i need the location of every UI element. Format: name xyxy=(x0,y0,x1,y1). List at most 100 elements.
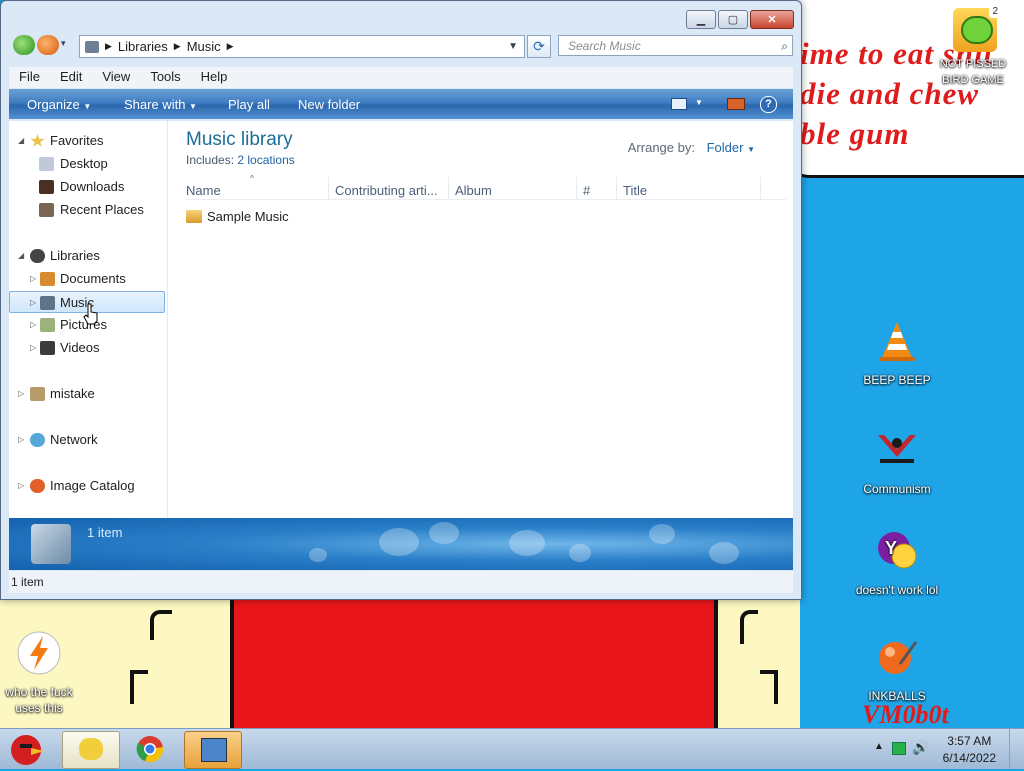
desktop-icon-communism[interactable]: Communism xyxy=(852,427,942,497)
address-bar[interactable]: ▶ Libraries ▶ Music ▶ ▼ xyxy=(79,35,525,58)
details-item-count: 1 item xyxy=(87,525,123,540)
maximize-button[interactable]: ▢ xyxy=(718,10,748,29)
taskbar-explorer[interactable] xyxy=(62,731,120,769)
desktop-icon-label: doesn't work lol xyxy=(855,583,939,597)
chevron-down-icon[interactable]: ▼ xyxy=(695,98,703,107)
nav-label: Recent Places xyxy=(60,202,144,217)
desktop-icon-vlc[interactable]: BEEP BEEP xyxy=(852,318,942,388)
column-separator[interactable] xyxy=(576,177,577,199)
flash-lightning-icon xyxy=(17,631,61,675)
nav-videos[interactable]: ▷ Videos xyxy=(9,337,165,359)
nav-recent-places[interactable]: Recent Places xyxy=(9,199,165,221)
collapse-icon[interactable]: ◢ xyxy=(18,245,26,267)
expand-icon[interactable]: ▷ xyxy=(18,383,26,405)
back-button[interactable] xyxy=(13,35,35,55)
nav-favorites[interactable]: ◢ Favorites xyxy=(9,130,165,152)
breadcrumb-libraries[interactable]: Libraries xyxy=(118,39,168,54)
start-button[interactable] xyxy=(4,730,48,768)
desktop-icon-yahoo[interactable]: Y doesn't work lol xyxy=(852,528,942,598)
star-icon xyxy=(30,134,45,147)
nav-libraries[interactable]: ◢ Libraries xyxy=(9,245,165,267)
clock[interactable]: 3:57 AM 6/14/2022 xyxy=(943,733,996,767)
forward-button[interactable] xyxy=(37,35,59,55)
nav-downloads[interactable]: Downloads xyxy=(9,176,165,198)
arrange-dropdown[interactable]: Folder ▼ xyxy=(707,140,755,155)
column-separator[interactable] xyxy=(328,177,329,199)
breadcrumb-separator-icon: ▶ xyxy=(226,41,234,51)
decor-bubble xyxy=(569,544,591,562)
nav-network[interactable]: ▷ Network xyxy=(9,429,165,451)
expand-icon[interactable]: ▷ xyxy=(30,292,38,314)
expand-icon[interactable]: ▷ xyxy=(18,429,26,451)
refresh-button[interactable]: ⟳ xyxy=(527,35,551,58)
column-separator[interactable] xyxy=(448,177,449,199)
collapse-icon[interactable]: ◢ xyxy=(18,130,26,152)
preview-pane-icon[interactable] xyxy=(727,98,745,110)
arrange-label: Arrange by: xyxy=(627,140,695,155)
expand-icon[interactable]: ▷ xyxy=(30,337,38,359)
music-library-large-icon xyxy=(31,524,71,564)
column-album[interactable]: Album xyxy=(455,183,492,198)
nav-documents[interactable]: ▷ Documents xyxy=(9,268,165,290)
organize-button[interactable]: Organize ▼ xyxy=(27,97,91,112)
wallpaper-red xyxy=(230,596,718,728)
column-separator[interactable] xyxy=(616,177,617,199)
nav-mistake[interactable]: ▷ mistake xyxy=(9,383,165,405)
help-icon[interactable]: ? xyxy=(760,96,777,113)
nav-desktop[interactable]: Desktop xyxy=(9,153,165,175)
breadcrumb-music[interactable]: Music xyxy=(187,39,221,54)
list-item[interactable]: Sample Music xyxy=(186,209,289,224)
locations-link[interactable]: 2 locations xyxy=(237,153,294,167)
search-input[interactable]: Search Music ⌕ xyxy=(558,35,793,56)
column-separator[interactable] xyxy=(760,177,761,199)
change-view-icon[interactable] xyxy=(671,98,687,110)
explorer-window: ▁ ▢ ✕ ▾ ▶ Libraries ▶ Music ▶ ▼ ⟳ Search… xyxy=(0,0,802,600)
column-title[interactable]: Title xyxy=(623,183,647,198)
decor-bubble xyxy=(649,524,675,544)
desktop-icon-pigs-game[interactable]: 2 NOT PISSED BIRD GAME xyxy=(930,6,1020,88)
volume-icon[interactable]: 🔊 xyxy=(912,739,929,756)
share-with-button[interactable]: Share with ▼ xyxy=(124,97,197,112)
traffic-cone-icon xyxy=(879,322,915,361)
minimize-button[interactable]: ▁ xyxy=(686,10,716,29)
desktop-icon-inkballs[interactable]: INKBALLS xyxy=(852,634,942,704)
show-desktop-button[interactable] xyxy=(1009,729,1024,769)
status-bar: 1 item xyxy=(9,571,793,593)
search-icon[interactable]: ⌕ xyxy=(781,36,788,57)
address-dropdown-icon[interactable]: ▼ xyxy=(508,41,518,52)
show-hidden-icons-button[interactable]: ▲ xyxy=(874,741,884,752)
menu-view[interactable]: View xyxy=(92,67,140,88)
column-contributing-artists[interactable]: Contributing arti... xyxy=(335,183,438,198)
inkball-icon xyxy=(879,641,918,674)
nav-image-catalog[interactable]: ▷ Image Catalog xyxy=(9,475,165,497)
chevron-down-icon: ▼ xyxy=(83,102,92,111)
downloads-icon xyxy=(39,180,54,194)
wallpaper-stroke xyxy=(130,670,148,704)
expand-icon[interactable]: ▷ xyxy=(30,268,38,290)
desktop-icon-flash[interactable]: who the fuck uses this xyxy=(0,630,84,716)
taskbar-chrome[interactable] xyxy=(122,731,178,767)
menu-edit[interactable]: Edit xyxy=(50,67,92,88)
menu-file[interactable]: File xyxy=(9,67,50,88)
user-folder-icon xyxy=(30,387,45,401)
library-includes: Includes: 2 locations xyxy=(186,153,295,167)
details-pane: 1 item xyxy=(9,518,793,570)
new-folder-button[interactable]: New folder xyxy=(298,97,360,112)
network-status-icon[interactable] xyxy=(892,742,906,755)
close-button[interactable]: ✕ xyxy=(750,10,794,29)
wallpaper-stroke xyxy=(740,610,758,644)
column-number[interactable]: # xyxy=(583,183,590,198)
play-all-button[interactable]: Play all xyxy=(228,97,270,112)
menu-help[interactable]: Help xyxy=(191,67,238,88)
share-with-label: Share with xyxy=(124,97,186,112)
expand-icon[interactable]: ▷ xyxy=(30,314,38,336)
column-header: Name ^ Contributing arti... Album # Titl… xyxy=(186,174,786,200)
expand-icon[interactable]: ▷ xyxy=(18,475,26,497)
notification-badge: 2 xyxy=(989,6,1001,18)
menu-tools[interactable]: Tools xyxy=(140,67,190,88)
recent-pages-icon[interactable]: ▾ xyxy=(61,38,66,49)
decor-bubble xyxy=(429,522,459,544)
taskbar-control-panel[interactable] xyxy=(184,731,242,769)
column-name[interactable]: Name xyxy=(186,183,221,198)
nav-label: Favorites xyxy=(50,133,104,148)
